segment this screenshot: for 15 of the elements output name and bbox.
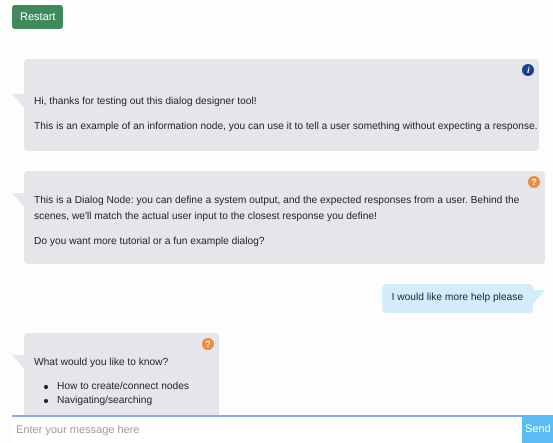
send-button[interactable]: Send xyxy=(522,415,553,443)
message-text: I would like more help please xyxy=(392,291,523,305)
bullet-icon xyxy=(44,385,48,389)
message-text: Hi, thanks for testing out this dialog designer tool! xyxy=(34,95,258,109)
help-icon: ? xyxy=(528,176,540,188)
message-text: This is a Dialog Node: you can define a system output, and the expected responses from a user. Behind the scenes, we'll match the actual user input to the closest response you define! xyxy=(34,194,520,224)
message-text: Do you want more tutorial or a fun example dialog? xyxy=(34,235,266,249)
message-text: This is an example of an information node, you can use it to tell a user something without expecting a response. xyxy=(34,120,538,134)
bullet-icon xyxy=(44,399,48,403)
message-text: What would you like to know? xyxy=(34,356,170,370)
option-text: How to create/connect nodes xyxy=(57,380,189,394)
option-text: Navigating/searching xyxy=(57,394,152,408)
help-icon: ? xyxy=(202,338,214,350)
restart-button[interactable]: Restart xyxy=(12,5,64,29)
info-icon: i xyxy=(522,64,534,76)
